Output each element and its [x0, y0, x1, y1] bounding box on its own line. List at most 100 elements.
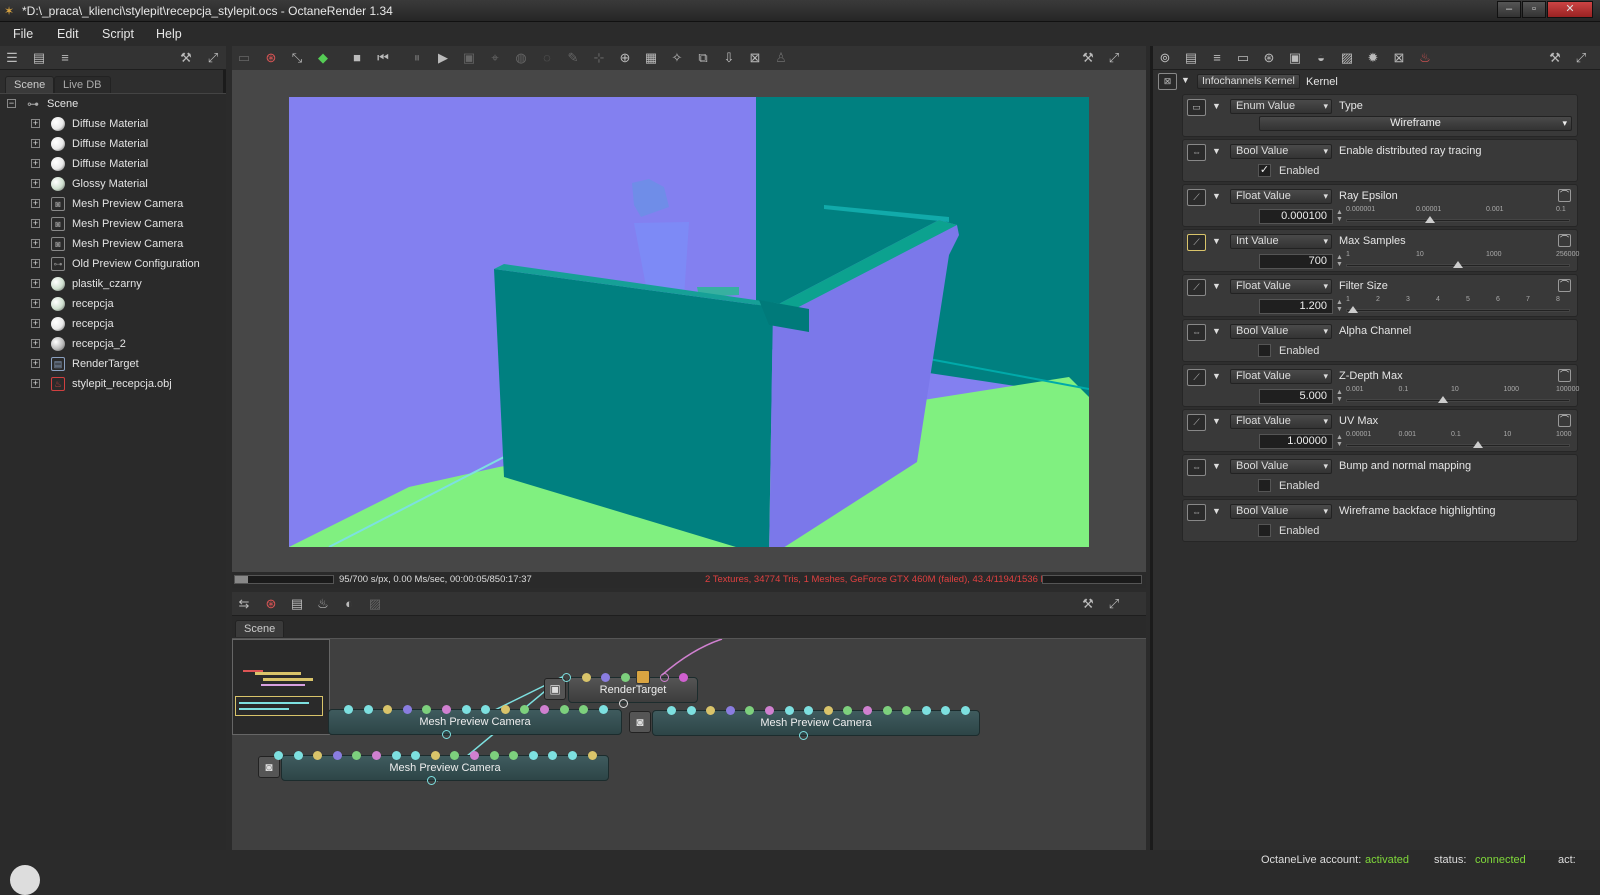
graph-input-pin[interactable]	[470, 751, 479, 760]
value-slider[interactable]: 0.000001 0.00001 0.001 0.1	[1346, 206, 1570, 224]
fit-view-icon[interactable]: ⤡	[289, 50, 305, 66]
expand-toggle[interactable]: +	[31, 299, 40, 308]
graph-input-pin[interactable]	[559, 705, 569, 714]
expand-toggle[interactable]: +	[31, 219, 40, 228]
restart-icon[interactable]: ⏮	[375, 50, 391, 66]
graph-input-pin[interactable]	[402, 705, 412, 714]
graph-input-pin[interactable]	[489, 751, 499, 760]
maximize-panel-icon[interactable]: ⤢	[205, 50, 221, 66]
menu-help[interactable]: Help	[156, 27, 182, 41]
graph-input-pin[interactable]	[725, 706, 735, 715]
graph-input-pin[interactable]	[686, 706, 696, 715]
graph-reset-icon[interactable]: ⊛	[263, 596, 279, 612]
collapse-toggle[interactable]: −	[7, 99, 16, 108]
value-type-dropdown[interactable]: Float Value	[1230, 279, 1332, 294]
spinner-icon[interactable]: ▲ ▼	[1336, 209, 1343, 223]
graph-input-pin[interactable]	[430, 751, 440, 760]
pause-icon[interactable]: ⏸	[409, 50, 425, 66]
inspector-kernel-icon[interactable]: ⊠	[1391, 50, 1407, 66]
wrench-icon[interactable]: ⚒	[178, 50, 194, 66]
graph-input-pin[interactable]	[274, 751, 283, 760]
slider-knob[interactable]	[1453, 261, 1464, 268]
export-icon[interactable]: ⇩	[721, 50, 737, 66]
minimize-button[interactable]: –	[1497, 1, 1521, 18]
camera-node-3[interactable]: Mesh Preview Camera	[281, 755, 609, 781]
maximize-button[interactable]: ▫	[1522, 1, 1546, 18]
tab-live-db[interactable]: Live DB	[54, 76, 111, 93]
graph-input-pin[interactable]	[823, 706, 833, 715]
node-icon[interactable]: ▤	[31, 50, 47, 66]
graph-input-pin[interactable]	[363, 705, 373, 714]
graph-input-pin[interactable]	[442, 705, 451, 714]
list-view-icon[interactable]: ☰	[4, 50, 20, 66]
value-field[interactable]: 700	[1259, 254, 1333, 269]
graph-input-pin[interactable]	[587, 751, 597, 760]
zoom-icon[interactable]: ⊕	[617, 50, 633, 66]
tree-root[interactable]: − ⊶ Scene	[0, 94, 222, 114]
lock-icon[interactable]: ✧	[669, 50, 685, 66]
param-collapse-toggle[interactable]: ▼	[1212, 506, 1221, 516]
expand-toggle[interactable]: +	[31, 239, 40, 248]
curve-icon[interactable]: ⌒	[1558, 189, 1571, 202]
graph-input-pin[interactable]	[344, 705, 353, 714]
param-collapse-toggle[interactable]: ▼	[1212, 146, 1221, 156]
graph-input-pin[interactable]	[598, 705, 608, 714]
graph-input-pin[interactable]	[528, 751, 538, 760]
expand-toggle[interactable]: +	[31, 199, 40, 208]
param-collapse-toggle[interactable]: ▼	[1212, 191, 1221, 201]
value-type-dropdown[interactable]: Bool Value	[1230, 504, 1332, 519]
enum-value-dropdown[interactable]: Wireframe	[1259, 116, 1572, 131]
slider-knob[interactable]	[1347, 306, 1358, 313]
param-collapse-toggle[interactable]: ▼	[1212, 281, 1221, 291]
menu-edit[interactable]: Edit	[57, 27, 79, 41]
value-slider[interactable]: 0.001 0.1 10 1000 100000	[1346, 386, 1579, 404]
menu-file[interactable]: File	[13, 27, 33, 41]
scene-tree-item[interactable]: + Glossy Material	[0, 174, 222, 194]
graph-input-pin[interactable]	[540, 705, 549, 714]
viewport-maximize-icon[interactable]: ⤢	[1106, 50, 1122, 66]
scene-tree-item[interactable]: + ◙ Mesh Preview Camera	[0, 234, 222, 254]
value-field[interactable]: 1.200	[1259, 299, 1333, 314]
kernel-collapse-toggle[interactable]: ▼	[1181, 75, 1190, 85]
inspector-sun-icon[interactable]: ✹	[1365, 50, 1381, 66]
copy-icon[interactable]: ⧉	[695, 50, 711, 66]
graph-input-pin[interactable]	[882, 706, 892, 715]
close-button[interactable]: ✕	[1547, 1, 1593, 18]
cube-icon[interactable]: ◆	[315, 50, 331, 66]
graph-image-icon[interactable]: ▤	[289, 596, 305, 612]
param-collapse-toggle[interactable]: ▼	[1212, 236, 1221, 246]
inspector-imager-icon[interactable]: ▨	[1339, 50, 1355, 66]
enabled-checkbox[interactable]: ✓	[1258, 164, 1271, 177]
clay-icon[interactable]: ♙	[773, 50, 789, 66]
graph-camera-icon[interactable]: ◐	[341, 596, 357, 612]
scene-tree-item[interactable]: + recepcja_2	[0, 334, 222, 354]
enabled-checkbox[interactable]	[1258, 524, 1271, 537]
graph-input-pin[interactable]	[667, 706, 676, 715]
collapse-icon[interactable]: ≡	[57, 50, 73, 66]
enabled-checkbox[interactable]	[1258, 344, 1271, 357]
value-slider[interactable]: 1 2 3 4 5 6 7 8	[1346, 296, 1570, 314]
value-field[interactable]: 0.000100	[1259, 209, 1333, 224]
value-type-dropdown[interactable]: Float Value	[1230, 189, 1332, 204]
image-icon[interactable]: ⊠	[747, 50, 763, 66]
param-collapse-toggle[interactable]: ▼	[1212, 326, 1221, 336]
reset-camera-icon[interactable]: ⊛	[263, 50, 279, 66]
node-graph-canvas[interactable]: ▣ RenderTarget Mesh Preview Camera ◙ Mes…	[232, 638, 1146, 850]
graph-input-pin[interactable]	[961, 706, 970, 715]
scene-tree-item[interactable]: + Diffuse Material	[0, 154, 222, 174]
expand-toggle[interactable]: +	[31, 359, 40, 368]
camera-node-2[interactable]: Mesh Preview Camera	[652, 710, 980, 736]
graph-input-pin[interactable]	[461, 705, 471, 714]
scene-tree-item[interactable]: + ◙ Mesh Preview Camera	[0, 214, 222, 234]
graph-input-pin[interactable]	[784, 706, 794, 715]
inspector-image-icon[interactable]: ▭	[1235, 50, 1251, 66]
stop-icon[interactable]: ■	[349, 50, 365, 66]
scene-tree-item[interactable]: + recepcja	[0, 294, 222, 314]
scene-tree-item[interactable]: + ◙ Mesh Preview Camera	[0, 194, 222, 214]
graph-input-pin[interactable]	[293, 751, 303, 760]
graph-arrange-icon[interactable]: ⇆	[236, 596, 252, 612]
camera-node-2-icon[interactable]: ◙	[629, 711, 651, 733]
graph-input-pin[interactable]	[568, 751, 577, 760]
inspector-camera-icon[interactable]: ⊛	[1261, 50, 1277, 66]
spinner-icon[interactable]: ▲ ▼	[1336, 389, 1343, 403]
